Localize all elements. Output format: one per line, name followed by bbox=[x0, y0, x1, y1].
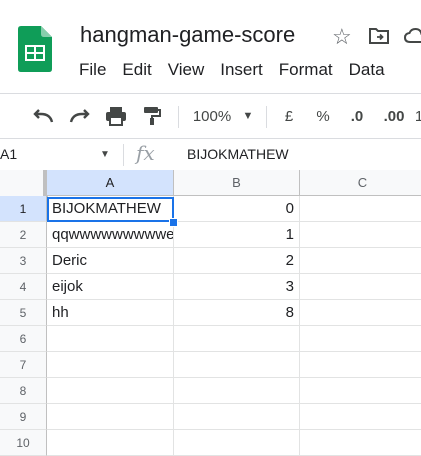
cell-a8[interactable] bbox=[47, 378, 174, 404]
menu-edit[interactable]: Edit bbox=[122, 60, 151, 80]
cell-b3[interactable]: 2 bbox=[174, 248, 300, 274]
decrease-decimal-button[interactable]: .0 bbox=[346, 104, 368, 128]
cell-c1[interactable] bbox=[300, 196, 421, 222]
row-header[interactable]: 10 bbox=[0, 430, 47, 456]
cell-c10[interactable] bbox=[300, 430, 421, 456]
column-header-c[interactable]: C bbox=[300, 170, 421, 196]
cell-a2[interactable]: qqwwwwwwwwwe bbox=[47, 222, 174, 248]
cloud-status-icon[interactable] bbox=[404, 26, 421, 46]
cell-b5[interactable]: 8 bbox=[174, 300, 300, 326]
zoom-dropdown-caret-icon[interactable]: ▼ bbox=[240, 104, 256, 128]
google-sheets-logo-icon[interactable] bbox=[18, 26, 52, 72]
column-header-a[interactable]: A bbox=[47, 170, 174, 196]
row-header[interactable]: 2 bbox=[0, 222, 47, 248]
fx-icon: fx bbox=[136, 141, 155, 165]
cell-a6[interactable] bbox=[47, 326, 174, 352]
title-bar: hangman-game-score ☆ File Edit View Inse… bbox=[0, 0, 421, 92]
redo-icon[interactable] bbox=[67, 104, 93, 128]
document-title[interactable]: hangman-game-score bbox=[80, 22, 295, 48]
cell-c7[interactable] bbox=[300, 352, 421, 378]
toolbar-divider bbox=[178, 106, 179, 128]
cell-a10[interactable] bbox=[47, 430, 174, 456]
cell-a4[interactable]: eijok bbox=[47, 274, 174, 300]
cell-b2[interactable]: 1 bbox=[174, 222, 300, 248]
increase-decimal-button[interactable]: .00 bbox=[380, 104, 408, 128]
print-icon[interactable] bbox=[103, 104, 129, 128]
menu-file[interactable]: File bbox=[79, 60, 106, 80]
column-header-b[interactable]: B bbox=[174, 170, 300, 196]
cell-c2[interactable] bbox=[300, 222, 421, 248]
cell-b6[interactable] bbox=[174, 326, 300, 352]
menu-data[interactable]: Data bbox=[349, 60, 385, 80]
cell-a3[interactable]: Deric bbox=[47, 248, 174, 274]
row-header[interactable]: 7 bbox=[0, 352, 47, 378]
spreadsheet-grid[interactable]: A B C 1 BIJOKMATHEW 0 2 qqwwwwwwwwwe 1 3… bbox=[0, 170, 421, 456]
cell-a9[interactable] bbox=[47, 404, 174, 430]
row-header[interactable]: 5 bbox=[0, 300, 47, 326]
formula-bar: A1 ▼ fx BIJOKMATHEW bbox=[0, 138, 421, 171]
paint-format-icon[interactable] bbox=[139, 104, 165, 128]
select-all-corner[interactable] bbox=[0, 170, 48, 197]
menu-insert[interactable]: Insert bbox=[220, 60, 263, 80]
undo-icon[interactable] bbox=[30, 104, 56, 128]
formula-input[interactable]: BIJOKMATHEW bbox=[187, 146, 289, 162]
percent-format-button[interactable]: % bbox=[313, 104, 333, 128]
cell-b7[interactable] bbox=[174, 352, 300, 378]
row-header[interactable]: 8 bbox=[0, 378, 47, 404]
toolbar: 100% ▼ £ % .0 .00 1 bbox=[0, 93, 421, 139]
name-box-caret-icon[interactable]: ▼ bbox=[100, 149, 110, 160]
cell-c4[interactable] bbox=[300, 274, 421, 300]
cell-c8[interactable] bbox=[300, 378, 421, 404]
row-header[interactable]: 4 bbox=[0, 274, 47, 300]
row-header[interactable]: 3 bbox=[0, 248, 47, 274]
cell-c9[interactable] bbox=[300, 404, 421, 430]
cell-c5[interactable] bbox=[300, 300, 421, 326]
menu-format[interactable]: Format bbox=[279, 60, 333, 80]
more-formats-button[interactable]: 1 bbox=[413, 104, 421, 128]
menu-bar: File Edit View Insert Format Data bbox=[79, 60, 401, 80]
menu-view[interactable]: View bbox=[168, 60, 205, 80]
currency-format-button[interactable]: £ bbox=[279, 104, 299, 128]
cell-c3[interactable] bbox=[300, 248, 421, 274]
cell-b9[interactable] bbox=[174, 404, 300, 430]
row-header[interactable]: 9 bbox=[0, 404, 47, 430]
fill-handle[interactable] bbox=[169, 218, 178, 227]
row-header[interactable]: 6 bbox=[0, 326, 47, 352]
formula-divider bbox=[123, 144, 124, 166]
cell-b1[interactable]: 0 bbox=[174, 196, 300, 222]
cell-c6[interactable] bbox=[300, 326, 421, 352]
move-folder-icon[interactable] bbox=[368, 26, 390, 46]
cell-b8[interactable] bbox=[174, 378, 300, 404]
zoom-select[interactable]: 100% bbox=[190, 104, 234, 128]
cell-a5[interactable]: hh bbox=[47, 300, 174, 326]
star-icon[interactable]: ☆ bbox=[332, 24, 352, 50]
cell-a7[interactable] bbox=[47, 352, 174, 378]
toolbar-divider bbox=[266, 106, 267, 128]
name-box[interactable]: A1 bbox=[0, 146, 17, 162]
cell-a1[interactable]: BIJOKMATHEW bbox=[47, 196, 174, 222]
row-header[interactable]: 1 bbox=[0, 196, 47, 222]
cell-b4[interactable]: 3 bbox=[174, 274, 300, 300]
cell-b10[interactable] bbox=[174, 430, 300, 456]
